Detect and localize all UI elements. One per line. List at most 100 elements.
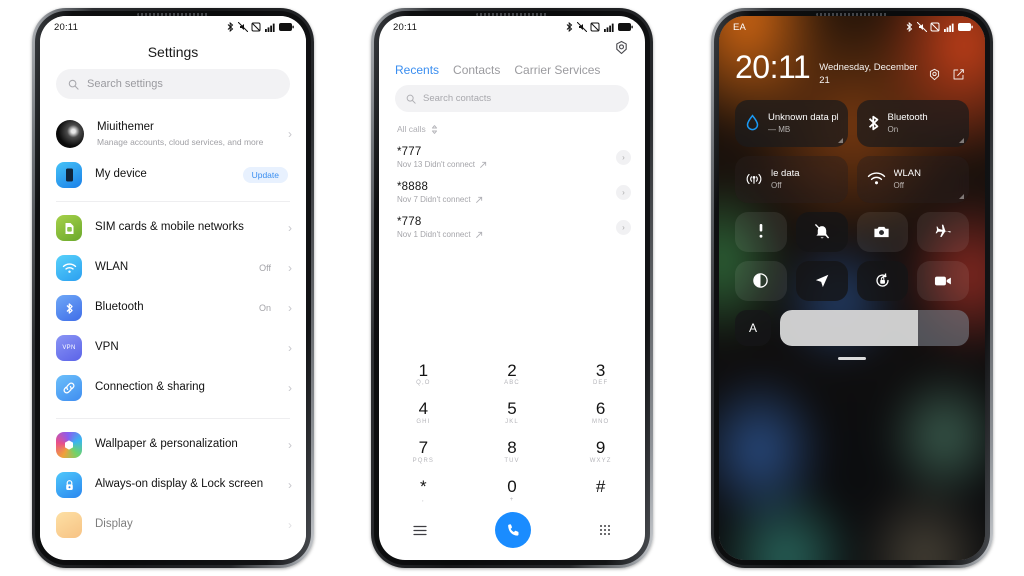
gear-icon — [616, 40, 627, 55]
status-bar: 20:11 — [40, 16, 306, 38]
dialpad-key-5[interactable]: 5 JKL — [468, 393, 557, 432]
call-detail: Nov 7 Didn't connect — [397, 195, 471, 204]
outgoing-call-icon — [480, 161, 487, 168]
status-icons — [906, 22, 973, 32]
account-subtitle: Manage accounts, cloud services, and mor… — [97, 136, 264, 147]
dialer-tabs: Recents Contacts Carrier Services — [379, 57, 645, 85]
auto-brightness-button[interactable]: A — [735, 309, 771, 346]
search-settings-input[interactable]: Search settings — [56, 69, 290, 99]
dialpad-key-letters: JKL — [505, 419, 519, 426]
dialpad-key-0[interactable]: 0 + — [468, 471, 557, 510]
search-contacts-input[interactable]: Search contacts — [395, 85, 629, 112]
dialpad-key-7[interactable]: 7 PQRS — [379, 432, 468, 471]
list-item[interactable]: *777 Nov 13 Didn't connect › — [379, 140, 645, 175]
link-icon — [56, 375, 82, 401]
sidebar-item-display[interactable]: Display › — [40, 505, 306, 545]
dialer-settings-button[interactable] — [379, 38, 645, 57]
toggle-silent[interactable] — [795, 211, 848, 252]
dialpad-key-letters: ABC — [504, 380, 520, 387]
gear-icon[interactable] — [928, 68, 941, 81]
tile-wlan[interactable]: WLAN Off — [856, 155, 969, 203]
chevron-right-icon: › — [288, 438, 292, 452]
sidebar-item-sim[interactable]: SIM cards & mobile networks › — [40, 208, 306, 248]
dialpad-key-4[interactable]: 4 GHI — [379, 393, 468, 432]
tile-data-plan[interactable]: Unknown data plan — MB — [735, 99, 848, 147]
tab-carrier-services[interactable]: Carrier Services — [514, 63, 600, 77]
sidebar-item-connection-sharing[interactable]: Connection & sharing › — [40, 368, 306, 408]
dialpad-key-number: 0 — [507, 477, 517, 497]
dialpad-actions — [379, 510, 645, 560]
sidebar-item-wlan[interactable]: WLAN Off › — [40, 248, 306, 288]
sidebar-item-label: Display — [95, 518, 133, 531]
tile-bluetooth[interactable]: Bluetooth On — [856, 99, 969, 147]
sidebar-item-label: WLAN — [95, 261, 129, 274]
account-name: Miuithemer — [97, 121, 154, 134]
call-details-button[interactable]: › — [616, 150, 631, 165]
call-number: *778 — [397, 216, 422, 228]
tile-mobile-data[interactable]: le data Off — [735, 155, 848, 203]
call-log-list: *777 Nov 13 Didn't connect › *8888 Nov 7… — [379, 140, 645, 245]
dialpad-key-1[interactable]: 1 Q,O — [379, 355, 468, 394]
dialpad-key-letters: , — [421, 497, 425, 503]
battery-icon — [618, 23, 633, 31]
camera-icon — [874, 226, 890, 237]
chevron-right-icon: › — [288, 261, 292, 275]
my-device-row[interactable]: My device Update — [40, 155, 306, 195]
dialpad-key-2[interactable]: 2 ABC — [468, 355, 557, 394]
earpiece-speaker — [816, 12, 888, 16]
toggle-location[interactable] — [795, 260, 848, 301]
tile-label: Bluetooth — [887, 111, 928, 123]
control-center-header: 20:11 Wednesday, December 21 — [719, 38, 985, 100]
status-bar: EA — [719, 16, 985, 38]
call-filter-button[interactable]: All calls — [379, 122, 645, 140]
list-item[interactable]: *8888 Nov 7 Didn't connect › — [379, 175, 645, 210]
list-item[interactable]: *778 Nov 1 Didn't connect › — [379, 210, 645, 245]
update-badge[interactable]: Update — [242, 167, 288, 183]
account-row[interactable]: Miuithemer Manage accounts, cloud servic… — [40, 113, 306, 155]
toggle-camera[interactable] — [856, 211, 909, 252]
toggle-flashlight[interactable] — [735, 211, 787, 252]
no-sim-icon — [590, 22, 600, 32]
earpiece-speaker — [476, 12, 548, 16]
sidebar-item-vpn[interactable]: VPN VPN › — [40, 328, 306, 368]
sidebar-item-bluetooth[interactable]: Bluetooth On › — [40, 288, 306, 328]
toggle-rotation-lock[interactable] — [856, 260, 909, 301]
sidebar-item-aod-lockscreen[interactable]: Always-on display & Lock screen › — [40, 465, 306, 505]
no-sim-icon — [251, 22, 261, 32]
dialpad-key-8[interactable]: 8 TUV — [468, 432, 557, 471]
dialpad-key-letters: WXYZ — [589, 458, 612, 465]
phone-screen: 20:11 Settings Search settings Miuitheme… — [40, 16, 306, 560]
dialpad-key-hash[interactable]: # — [556, 471, 645, 510]
carrier-label: EA — [733, 21, 747, 33]
call-details-button[interactable]: › — [616, 220, 631, 235]
phone-settings: 20:11 Settings Search settings Miuitheme… — [32, 8, 314, 568]
drag-handle[interactable] — [838, 356, 866, 360]
keypad-icon[interactable] — [599, 524, 611, 536]
outgoing-call-icon — [475, 231, 482, 238]
toggle-dark-mode[interactable] — [735, 260, 787, 301]
toggle-screen-recorder[interactable] — [917, 260, 969, 301]
menu-icon[interactable] — [413, 525, 427, 536]
dialpad-key-6[interactable]: 6 MNO — [556, 393, 645, 432]
dialpad-key-letters: PQRS — [412, 458, 435, 465]
dialpad-key-3[interactable]: 3 DEF — [556, 355, 645, 394]
tile-expand-corner — [959, 137, 964, 143]
tile-state: Off — [771, 181, 782, 191]
sidebar-item-wallpaper[interactable]: Wallpaper & personalization › — [40, 425, 306, 465]
signal-icon — [943, 23, 954, 32]
chevron-right-icon: › — [288, 301, 292, 315]
wifi-icon — [867, 172, 885, 185]
edit-icon[interactable] — [952, 68, 965, 81]
tile-expand-corner — [959, 193, 964, 199]
search-settings-placeholder: Search settings — [87, 78, 163, 90]
call-button[interactable] — [495, 512, 531, 548]
call-detail: Nov 13 Didn't connect — [397, 160, 476, 169]
sidebar-item-value: On — [258, 303, 271, 313]
tab-recents[interactable]: Recents — [395, 63, 439, 77]
call-details-button[interactable]: › — [616, 185, 631, 200]
dialpad-key-star[interactable]: *, — [379, 471, 468, 510]
brightness-slider[interactable] — [780, 309, 969, 346]
tab-contacts[interactable]: Contacts — [453, 63, 500, 77]
dialpad-key-9[interactable]: 9 WXYZ — [556, 432, 645, 471]
toggle-airplane-mode[interactable] — [917, 211, 969, 252]
